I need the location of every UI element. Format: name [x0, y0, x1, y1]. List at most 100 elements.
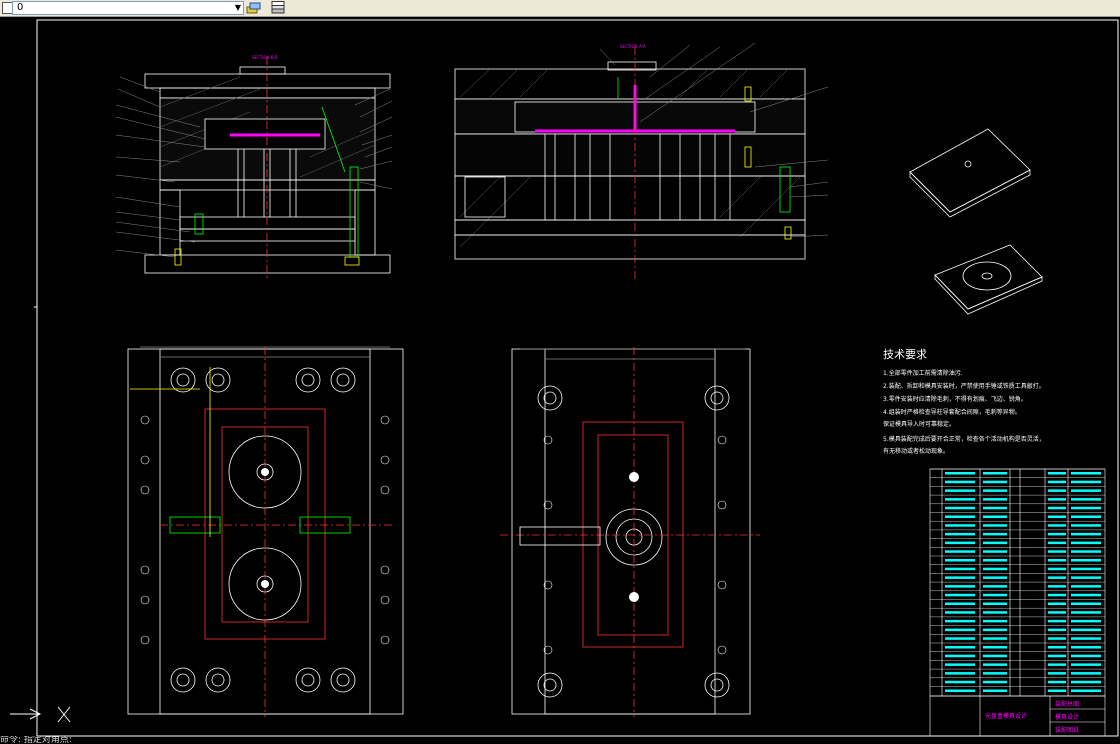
bom-cell-mark	[1071, 637, 1101, 640]
bom-cell-mark	[983, 480, 1007, 484]
title-block-doc: 装配图纸	[1055, 726, 1079, 734]
section-aa-view	[454, 42, 829, 279]
bom-cell-mark	[945, 628, 975, 632]
title-block-org: 模具设计	[1055, 713, 1079, 721]
bom-cell-mark	[983, 654, 1007, 658]
bom-cell-mark	[983, 532, 1007, 536]
bill-of-materials	[929, 468, 1106, 697]
bom-cell-mark	[983, 498, 1007, 501]
bom-cell-mark	[983, 524, 1007, 527]
command-line[interactable]: 命令: 指定对角点:	[0, 736, 1120, 744]
bom-cell-mark	[1071, 559, 1101, 562]
bom-cell-mark	[1071, 602, 1101, 605]
tech-line-5: 保证模具导入时可靠稳定。	[883, 420, 955, 428]
bom-cell-mark	[983, 472, 1007, 475]
bom-cell-mark	[1071, 646, 1101, 649]
bom-cell-mark	[1071, 672, 1101, 675]
bom-cell-mark	[983, 646, 1007, 649]
bom-cell-mark	[945, 506, 975, 510]
moving-half-plan-view	[127, 346, 404, 717]
fixed-half-plan-view	[500, 347, 760, 717]
bom-cell-mark	[1071, 576, 1101, 579]
layer-match-icon[interactable]	[246, 1, 262, 15]
tech-line-1: 1.全部零件加工前需清除油污.	[883, 369, 963, 377]
bom-cell-mark	[1071, 567, 1101, 571]
bom-cell-mark	[1071, 680, 1101, 684]
section-aa-label: SECTION A-A	[620, 44, 646, 49]
bom-cell-mark	[1071, 515, 1101, 518]
bom-cell-mark	[945, 489, 975, 492]
layer-toolbar: 0 ▼	[0, 0, 1120, 17]
bom-cell-mark	[945, 654, 975, 658]
bom-cell-mark	[945, 646, 975, 649]
bom-cell-mark	[1071, 585, 1101, 588]
bom-cell-mark	[983, 515, 1007, 518]
bom-cell-mark	[1071, 498, 1101, 501]
bom-cell-mark	[1071, 689, 1101, 692]
bom-cell-mark	[1048, 480, 1066, 484]
bom-cell-mark	[1071, 472, 1101, 475]
bom-cell-mark	[945, 472, 975, 475]
layer-previous-icon[interactable]	[270, 1, 286, 15]
section-bb-view	[115, 57, 393, 279]
bom-cell-mark	[1048, 672, 1066, 675]
bom-cell-mark	[945, 593, 975, 597]
bom-cell-mark	[983, 663, 1007, 666]
bom-cell-mark	[1048, 663, 1066, 666]
bom-cell-mark	[1048, 646, 1066, 649]
title-block-type: 装配总图	[1055, 700, 1079, 708]
bom-cell-mark	[945, 532, 975, 536]
ucs-icon	[10, 706, 71, 723]
tech-line-4: 4.组装时严格检查导柱导套配合间隙，毛刺等异物。	[883, 408, 1021, 416]
bom-cell-mark	[1048, 619, 1066, 623]
bom-cell-mark	[1048, 498, 1066, 501]
bom-cell-mark	[945, 672, 975, 675]
bom-cell-mark	[983, 506, 1007, 510]
bom-cell-mark	[983, 593, 1007, 597]
bom-cell-mark	[983, 585, 1007, 588]
bom-cell-mark	[1048, 602, 1066, 605]
bom-cell-mark	[1048, 532, 1066, 536]
bom-cell-mark	[945, 619, 975, 623]
bom-cell-mark	[1071, 489, 1101, 492]
layer-dropdown[interactable]: 0 ▼	[12, 1, 244, 15]
bom-cell-mark	[983, 619, 1007, 623]
product-3d-view-top	[909, 128, 1031, 218]
bom-cell-mark	[945, 602, 975, 605]
bom-cell-mark	[983, 611, 1007, 614]
bom-cell-mark	[1071, 532, 1101, 536]
bom-cell-mark	[1071, 619, 1101, 623]
bom-cell-mark	[983, 689, 1007, 692]
bom-cell-mark	[983, 567, 1007, 571]
bom-cell-mark	[1048, 585, 1066, 588]
bom-cell-mark	[1071, 524, 1101, 527]
bom-cell-mark	[983, 602, 1007, 605]
bom-cell-mark	[1048, 680, 1066, 684]
layer-value: 0	[17, 2, 24, 13]
bom-cell-mark	[945, 663, 975, 666]
bom-cell-mark	[1071, 663, 1101, 666]
bom-cell-mark	[983, 680, 1007, 684]
bom-cell-mark	[1071, 628, 1101, 632]
bom-cell-mark	[945, 541, 975, 545]
bom-cell-mark	[1071, 611, 1101, 614]
bom-cell-mark	[1048, 628, 1066, 632]
bom-cell-mark	[1048, 550, 1066, 553]
bom-cell-mark	[945, 611, 975, 614]
bom-cell-mark	[983, 559, 1007, 562]
bom-cell-mark	[1071, 654, 1101, 658]
bom-cell-mark	[1048, 559, 1066, 562]
bom-cell-mark	[1071, 506, 1101, 510]
bom-cell-mark	[983, 628, 1007, 632]
bom-cell-mark	[1071, 480, 1101, 484]
drawing-canvas[interactable]: SECTION B-B SECTION A-A 技术要求 1.全部零件加工前需清…	[0, 17, 1120, 744]
tech-line-2: 2.装配、拆卸和模具安装时，严禁使用手锤或铁质工具敲打。	[883, 382, 1045, 390]
bom-cell-mark	[945, 515, 975, 518]
bom-cell-mark	[945, 576, 975, 579]
bom-cell-mark	[1048, 567, 1066, 571]
bom-cell-mark	[1071, 593, 1101, 597]
bom-cell-mark	[1048, 654, 1066, 658]
bom-cell-mark	[983, 576, 1007, 579]
bom-cell-mark	[1071, 550, 1101, 553]
tech-line-6: 5.模具装配完成后要开合正常，检查各个活动机构是否灵活，	[883, 435, 1045, 443]
